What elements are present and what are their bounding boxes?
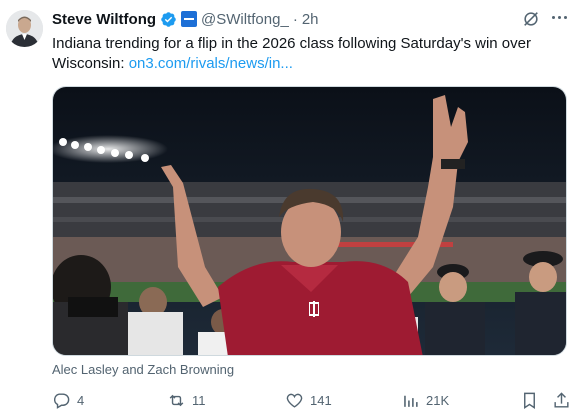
tweet-header: Steve Wiltfong @SWiltfong_ · 2h bbox=[52, 9, 319, 29]
reply-count: 4 bbox=[77, 392, 85, 408]
author-handle[interactable]: @SWiltfong_ bbox=[201, 11, 289, 28]
views-count: 21K bbox=[426, 392, 450, 408]
like-button[interactable]: 141 bbox=[285, 388, 332, 412]
tweet-photo[interactable] bbox=[52, 86, 567, 356]
verified-badge-icon bbox=[160, 11, 177, 28]
reply-icon bbox=[53, 392, 70, 409]
author-name[interactable]: Steve Wiltfong bbox=[52, 11, 156, 28]
tweet-text: Indiana trending for a flip in the 2026 … bbox=[52, 34, 567, 74]
article-link[interactable]: on3.com/rivals/news/in... bbox=[129, 55, 293, 72]
stadium-photo bbox=[53, 87, 566, 355]
repost-count: 11 bbox=[192, 392, 206, 408]
reply-button[interactable]: 4 bbox=[52, 388, 84, 412]
bookmark-button[interactable] bbox=[520, 388, 539, 412]
views-button[interactable]: 21K bbox=[401, 388, 449, 412]
media-caption[interactable]: Alec Lasley and Zach Browning bbox=[52, 362, 234, 377]
bookmark-icon bbox=[524, 392, 535, 409]
more-options-icon[interactable] bbox=[552, 16, 567, 19]
like-count: 141 bbox=[310, 392, 332, 408]
repost-icon bbox=[169, 394, 184, 406]
share-icon bbox=[554, 391, 569, 408]
author-avatar[interactable] bbox=[6, 10, 43, 47]
repost-button[interactable]: 11 bbox=[167, 388, 206, 412]
action-bar: 4 11 141 21K bbox=[52, 388, 572, 412]
grok-icon[interactable] bbox=[522, 10, 540, 28]
separator-dot: · bbox=[292, 10, 298, 28]
affiliate-badge-icon[interactable] bbox=[181, 11, 198, 27]
share-button[interactable] bbox=[552, 388, 571, 412]
heart-icon bbox=[286, 393, 303, 408]
views-icon bbox=[404, 395, 418, 407]
timestamp[interactable]: 2h bbox=[302, 11, 319, 28]
